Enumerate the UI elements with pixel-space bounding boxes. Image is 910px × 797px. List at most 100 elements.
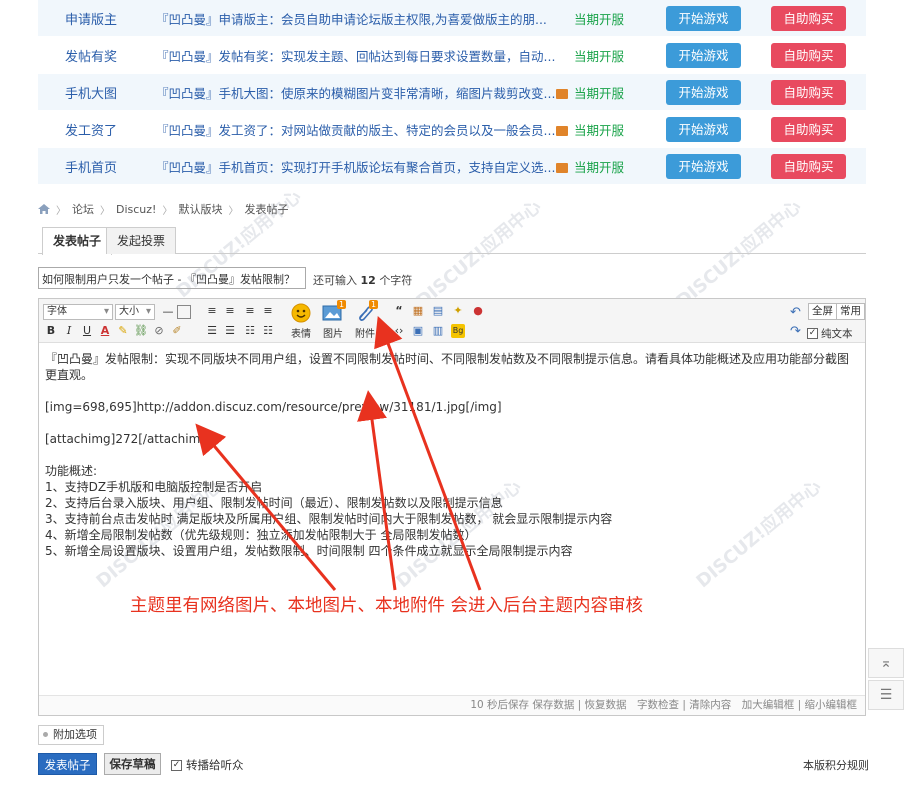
post-type-tabs: 发表帖子 发起投票 bbox=[38, 223, 866, 255]
plugin-desc-wrap[interactable]: 『凹凸曼』发工资了：对网站做贡献的版主、特定的会员以及一般会员... bbox=[156, 120, 569, 139]
attach-icon: 1 bbox=[354, 300, 378, 323]
editor-textarea[interactable]: 『凹凸曼』发帖限制：实现不同版块不同用户组，设置不同限制发帖时间、不同限制发帖数… bbox=[39, 343, 865, 567]
free-icon[interactable]: ✦ bbox=[451, 304, 465, 318]
redo-icon[interactable]: ↷ bbox=[790, 324, 801, 339]
repost-label: 转播给听众 bbox=[186, 758, 244, 772]
breadcrumb-board[interactable]: 默认版块 bbox=[178, 201, 222, 217]
emoji-button[interactable]: 表情 bbox=[286, 303, 316, 340]
breadcrumb-separator: 〉 bbox=[56, 205, 66, 217]
italic-icon[interactable]: I bbox=[62, 324, 76, 338]
plugin-desc: 『凹凸曼』手机首页：实现打开手机版论坛有聚合首页，支持自定义选... bbox=[156, 159, 556, 175]
unlink-icon[interactable]: ⊘ bbox=[152, 324, 166, 338]
undo-icon[interactable]: ↶ bbox=[790, 305, 801, 320]
bold-icon[interactable]: B bbox=[44, 324, 58, 338]
start-game-button[interactable]: 开始游戏 bbox=[666, 5, 741, 31]
status-text: 当期开服 bbox=[574, 48, 625, 64]
align-justify-icon[interactable]: ≡ bbox=[261, 304, 275, 318]
table-insert-icon[interactable]: ▤ bbox=[431, 304, 445, 318]
start-game-button[interactable]: 开始游戏 bbox=[666, 116, 741, 142]
tab-new-thread[interactable]: 发表帖子 bbox=[42, 227, 113, 255]
ordered-list-icon[interactable]: ☷ bbox=[243, 324, 257, 338]
qq-icon[interactable]: ● bbox=[471, 304, 485, 318]
breadcrumb: 〉 论坛 〉 Discuz! 〉 默认版块 〉 发表帖子 bbox=[38, 201, 288, 217]
plugin-name[interactable]: 手机首页 bbox=[65, 157, 117, 176]
code-icon[interactable]: ‹› bbox=[392, 324, 406, 338]
attach-button[interactable]: 1 附件 bbox=[350, 300, 380, 340]
font-select[interactable]: 字体 ▾ bbox=[43, 304, 113, 320]
float-left-icon[interactable]: ☰ bbox=[205, 324, 219, 338]
plugin-desc-wrap[interactable]: 『凹凸曼』手机大图：使原来的模糊图片变非常清晰，缩图片裁剪改变... bbox=[156, 83, 569, 102]
image-icon: 1 bbox=[322, 300, 346, 323]
gift-icon bbox=[556, 88, 569, 99]
align-left-icon[interactable]: ≡ bbox=[205, 304, 219, 318]
float-right-icon[interactable]: ☰ bbox=[223, 324, 237, 338]
self-purchase-button[interactable]: 自助购买 bbox=[771, 79, 846, 105]
status-text: 当期开服 bbox=[574, 85, 625, 101]
gift-icon bbox=[556, 162, 569, 173]
common-button[interactable]: 常用 bbox=[836, 303, 865, 320]
start-game-button[interactable]: 开始游戏 bbox=[666, 153, 741, 179]
plain-text-toggle[interactable]: ✓ 纯文本 bbox=[807, 326, 853, 341]
underline-icon[interactable]: U bbox=[80, 324, 94, 338]
flash-icon[interactable]: ▣ bbox=[411, 324, 425, 338]
plugin-name[interactable]: 发帖有奖 bbox=[65, 46, 117, 65]
align-right-icon[interactable]: ≡ bbox=[243, 304, 257, 318]
image-button[interactable]: 1 图片 bbox=[318, 300, 348, 340]
submit-post-button[interactable]: 发表帖子 bbox=[38, 753, 97, 775]
breadcrumb-discuz[interactable]: Discuz! bbox=[116, 203, 156, 216]
fullscreen-button[interactable]: 全屏 bbox=[808, 303, 837, 320]
table-icon[interactable] bbox=[177, 305, 191, 319]
plugin-name[interactable]: 申请版主 bbox=[65, 9, 117, 28]
home-icon[interactable] bbox=[38, 204, 50, 214]
fore-color-icon[interactable]: A bbox=[98, 324, 112, 338]
content-line: 4、新增全局限制发帖数（优先级规则：独立添加发帖限制大于 全局限制发帖数） bbox=[45, 528, 477, 542]
content-line bbox=[45, 447, 859, 463]
thread-title-input[interactable]: 如何限制用户只发一个帖子 - 『凹凸曼』发帖限制？ bbox=[38, 267, 306, 289]
content-line: [img=698,695]http://addon.discuz.com/res… bbox=[45, 400, 502, 414]
content-line: 功能概述: bbox=[45, 464, 98, 478]
horizontal-rule-icon[interactable]: — bbox=[161, 305, 175, 319]
start-game-button[interactable]: 开始游戏 bbox=[666, 79, 741, 105]
plugin-name[interactable]: 手机大图 bbox=[65, 83, 117, 102]
list-icon[interactable]: ☰ bbox=[868, 680, 904, 710]
dot-icon bbox=[43, 732, 48, 737]
hide-icon[interactable]: ▦ bbox=[411, 304, 425, 318]
back-to-top-icon[interactable]: ⌅ bbox=[868, 648, 904, 678]
bg-color-icon[interactable]: Bg bbox=[451, 324, 465, 338]
highlight-icon[interactable]: ✎ bbox=[116, 324, 130, 338]
plugin-desc-wrap[interactable]: 『凹凸曼』手机首页：实现打开手机版论坛有聚合首页，支持自定义选... bbox=[156, 157, 569, 176]
annotation-text: 主题里有网络图片、本地图片、本地附件 会进入后台主题内容审核 bbox=[130, 596, 644, 616]
side-tools: ⌅ ☰ bbox=[868, 648, 904, 712]
repost-toggle[interactable]: ✓ 转播给听众 bbox=[171, 757, 244, 773]
self-purchase-button[interactable]: 自助购买 bbox=[771, 42, 846, 68]
plain-text-checkbox[interactable]: ✓ bbox=[807, 328, 818, 339]
plugin-desc[interactable]: 『凹凸曼』申请版主：会员自助申请论坛版主权限,为喜爱做版主的朋... bbox=[156, 9, 547, 28]
page-icon[interactable]: ▥ bbox=[431, 324, 445, 338]
list-item: 发工资了 『凹凸曼』发工资了：对网站做贡献的版主、特定的会员以及一般会员... … bbox=[38, 111, 866, 148]
start-game-button[interactable]: 开始游戏 bbox=[666, 42, 741, 68]
editor-toolbar: 字体 ▾ 大小 ▾ — ≡ ≡ ≡ ≡ B I U A ✎ ⛓ ⊘ ✐ ☰ ☰ ☷ … bbox=[39, 299, 865, 343]
list-item: 申请版主 『凹凸曼』申请版主：会员自助申请论坛版主权限,为喜爱做版主的朋... … bbox=[38, 0, 866, 37]
link-icon[interactable]: ⛓ bbox=[134, 324, 148, 338]
credit-rules-link[interactable]: 本版积分规则 bbox=[803, 757, 869, 773]
breadcrumb-forum[interactable]: 论坛 bbox=[72, 201, 94, 217]
size-select[interactable]: 大小 ▾ bbox=[115, 304, 155, 320]
clear-format-icon[interactable]: ✐ bbox=[170, 324, 184, 338]
editor-statusbar[interactable]: 10 秒后保存 保存数据 | 恢复数据 字数检查 | 清除内容 加大编辑框 | … bbox=[39, 695, 865, 715]
tab-new-poll[interactable]: 发起投票 bbox=[106, 227, 177, 254]
save-draft-button[interactable]: 保存草稿 bbox=[104, 753, 161, 775]
self-purchase-button[interactable]: 自助购买 bbox=[771, 153, 846, 179]
unordered-list-icon[interactable]: ☷ bbox=[261, 324, 275, 338]
quote-icon[interactable]: “ bbox=[392, 304, 406, 318]
content-line: 1、支持DZ手机版和电脑版控制是否开启 bbox=[45, 480, 263, 494]
content-line: [attachimg]272[/attachimg] bbox=[45, 432, 213, 446]
repost-checkbox[interactable]: ✓ bbox=[171, 759, 182, 771]
plugin-desc[interactable]: 『凹凸曼』发帖有奖：实现发主题、回帖达到每日要求设置数量，自动... bbox=[156, 46, 555, 65]
size-select-label: 大小 bbox=[119, 306, 139, 317]
self-purchase-button[interactable]: 自助购买 bbox=[771, 116, 846, 142]
plugin-name[interactable]: 发工资了 bbox=[65, 120, 117, 139]
attach-options-toggle[interactable]: 附加选项 bbox=[38, 725, 104, 745]
content-line bbox=[45, 415, 859, 431]
align-center-icon[interactable]: ≡ bbox=[223, 304, 237, 318]
self-purchase-button[interactable]: 自助购买 bbox=[771, 5, 846, 31]
